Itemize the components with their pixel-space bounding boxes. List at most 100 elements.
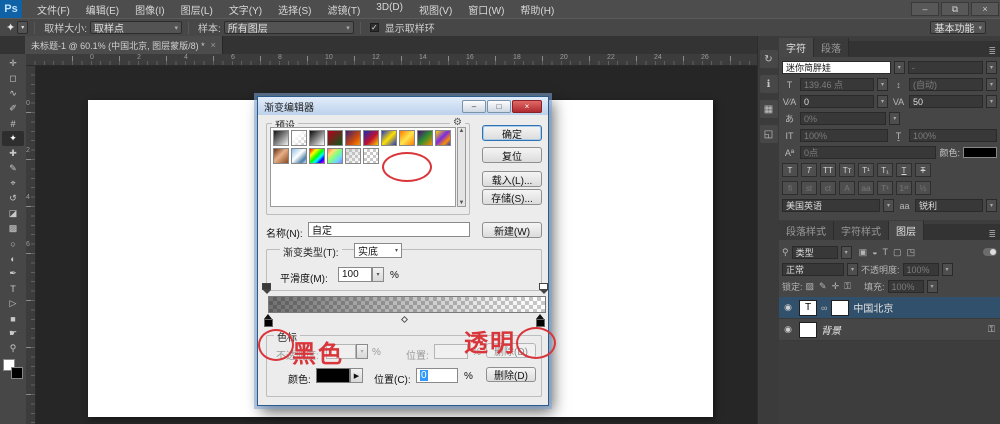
- type-style-button-0[interactable]: T: [782, 163, 798, 177]
- close-tab-icon[interactable]: ×: [211, 40, 216, 50]
- menu-item-0[interactable]: 文件(F): [30, 0, 77, 19]
- preset-scrollbar[interactable]: ▲ ▼: [457, 127, 466, 207]
- type-style-button-7[interactable]: Ŧ: [915, 163, 931, 177]
- chevron-down-icon[interactable]: ▾: [927, 280, 938, 293]
- show-ring-checkbox[interactable]: ✓: [370, 23, 379, 32]
- visibility-eye-icon[interactable]: ◉: [781, 324, 795, 335]
- quick-selection-tool[interactable]: ✐: [2, 101, 24, 116]
- chevron-down-icon[interactable]: ▾: [877, 78, 888, 91]
- tsume-field[interactable]: 0%: [800, 112, 886, 125]
- panel-menu-icon[interactable]: ≣: [988, 46, 1000, 57]
- chevron-down-icon[interactable]: ▾: [894, 61, 905, 74]
- font-size-field[interactable]: 139.46 点: [800, 78, 874, 91]
- history-panel-icon[interactable]: ↻: [760, 50, 778, 68]
- layer-row-0[interactable]: ◉T∞中国北京: [779, 297, 1000, 319]
- save-button[interactable]: 存储(S)...: [482, 189, 542, 205]
- horizontal-scale-field[interactable]: 100%: [909, 129, 997, 142]
- menu-item-1[interactable]: 编辑(E): [79, 0, 126, 19]
- layer-filter-icon-1[interactable]: ◒: [872, 247, 877, 258]
- right-color-stop[interactable]: [536, 319, 545, 327]
- scroll-down-icon[interactable]: ▼: [459, 200, 465, 206]
- right-opacity-stop[interactable]: [539, 283, 548, 290]
- actions-panel-icon[interactable]: ▦: [760, 100, 778, 118]
- crop-tool[interactable]: #: [2, 116, 24, 131]
- marquee-tool[interactable]: ◻: [2, 71, 24, 86]
- gradient-preset-3[interactable]: [327, 130, 343, 146]
- gradient-preset-5[interactable]: [363, 130, 379, 146]
- lock-icon-2[interactable]: ✛: [832, 281, 840, 292]
- gradient-preset-11[interactable]: [291, 148, 307, 164]
- lock-icon-0[interactable]: ▨: [806, 281, 815, 292]
- menu-item-2[interactable]: 图像(I): [128, 0, 171, 19]
- type-style-button-4[interactable]: T¹: [858, 163, 874, 177]
- gradient-preset-13[interactable]: [327, 148, 343, 164]
- fill-field[interactable]: 100%: [888, 280, 924, 293]
- sample-size-select[interactable]: 取样点 ▾: [90, 21, 182, 34]
- type-style-button-2[interactable]: TT: [820, 163, 836, 177]
- zoom-tool[interactable]: ⚲: [2, 341, 24, 356]
- menu-item-9[interactable]: 窗口(W): [461, 0, 511, 19]
- layers-tab-0[interactable]: 段落样式: [779, 221, 834, 240]
- chevron-down-icon[interactable]: ▾: [986, 61, 997, 74]
- stop-color-menu-arrow[interactable]: ▶: [350, 368, 363, 383]
- menu-item-8[interactable]: 视图(V): [412, 0, 459, 19]
- gradient-preset-1[interactable]: [291, 130, 307, 146]
- brush-tool[interactable]: ✎: [2, 161, 24, 176]
- gradient-preset-7[interactable]: [399, 130, 415, 146]
- text-layer-thumbnail[interactable]: T: [799, 300, 817, 316]
- filter-toggle[interactable]: [983, 248, 997, 256]
- chevron-down-icon[interactable]: ▾: [942, 263, 953, 276]
- left-opacity-stop[interactable]: [262, 283, 271, 290]
- chevron-down-icon[interactable]: ▾: [877, 95, 888, 108]
- lock-icon-1[interactable]: ✎: [819, 281, 827, 292]
- gradient-preview-bar[interactable]: [268, 296, 546, 313]
- blend-mode-select[interactable]: 正常: [782, 263, 844, 276]
- stop-location2-field[interactable]: 0: [416, 368, 458, 383]
- gradient-preset-8[interactable]: [417, 130, 433, 146]
- shape-tool[interactable]: ■: [2, 311, 24, 326]
- leading-field[interactable]: (自动): [909, 78, 983, 91]
- midpoint-marker[interactable]: [401, 316, 408, 323]
- chevron-down-icon[interactable]: ▾: [986, 199, 997, 212]
- chevron-down-icon[interactable]: ▾: [986, 78, 997, 91]
- menu-item-10[interactable]: 帮助(H): [513, 0, 561, 19]
- opacity-field[interactable]: 100%: [903, 263, 939, 276]
- move-tool[interactable]: ✛: [2, 56, 24, 71]
- load-button[interactable]: 载入(L)...: [482, 171, 542, 187]
- chevron-down-icon[interactable]: ▾: [889, 112, 900, 125]
- gradient-preset-14[interactable]: [345, 148, 361, 164]
- layer-name[interactable]: 中国北京: [853, 300, 893, 315]
- horizontal-ruler[interactable]: 02468101214161820222426: [26, 54, 757, 66]
- name-field[interactable]: 自定: [308, 222, 470, 237]
- menu-item-4[interactable]: 文字(Y): [222, 0, 269, 19]
- tool-preset-arrow-icon[interactable]: ▾: [17, 21, 28, 34]
- path-select-tool[interactable]: ▷: [2, 296, 24, 311]
- info-panel-icon[interactable]: ℹ: [760, 75, 778, 93]
- menu-item-7[interactable]: 3D(D): [369, 0, 410, 19]
- delete-color-stop-button[interactable]: 删除(D): [486, 367, 536, 382]
- layer-mask-thumbnail[interactable]: [831, 300, 849, 316]
- kerning-field[interactable]: 0: [800, 95, 874, 108]
- type-style-button-3[interactable]: Tт: [839, 163, 855, 177]
- minimize-button[interactable]: –: [911, 2, 939, 16]
- gradient-preset-15[interactable]: [363, 148, 379, 164]
- text-color-swatch[interactable]: [963, 147, 997, 158]
- ok-button[interactable]: 确定: [482, 125, 542, 141]
- type-style-button-5[interactable]: T₁: [877, 163, 893, 177]
- lock-icon-3[interactable]: ⚿: [844, 281, 851, 292]
- dialog-title-bar[interactable]: 渐变编辑器 – □ ×: [258, 97, 548, 115]
- close-button[interactable]: ×: [971, 2, 999, 16]
- layer-filter-icon-4[interactable]: ◳: [907, 247, 916, 258]
- type-style-button-1[interactable]: T: [801, 163, 817, 177]
- pen-tool[interactable]: ✒: [2, 266, 24, 281]
- menu-item-3[interactable]: 图层(L): [174, 0, 220, 19]
- layer-filter-icon-3[interactable]: ▢: [893, 247, 902, 258]
- layer-row-1[interactable]: ◉背景⚿: [779, 319, 1000, 341]
- dodge-tool[interactable]: ◐: [2, 251, 24, 266]
- layer-filter-icon-0[interactable]: ▣: [859, 247, 868, 258]
- smoothness-spinner[interactable]: ▾: [372, 267, 384, 282]
- menu-item-5[interactable]: 选择(S): [271, 0, 318, 19]
- restore-button[interactable]: ⧉: [941, 2, 969, 16]
- character-tab-1[interactable]: 段落: [814, 38, 849, 57]
- gradient-preset-9[interactable]: [435, 130, 451, 146]
